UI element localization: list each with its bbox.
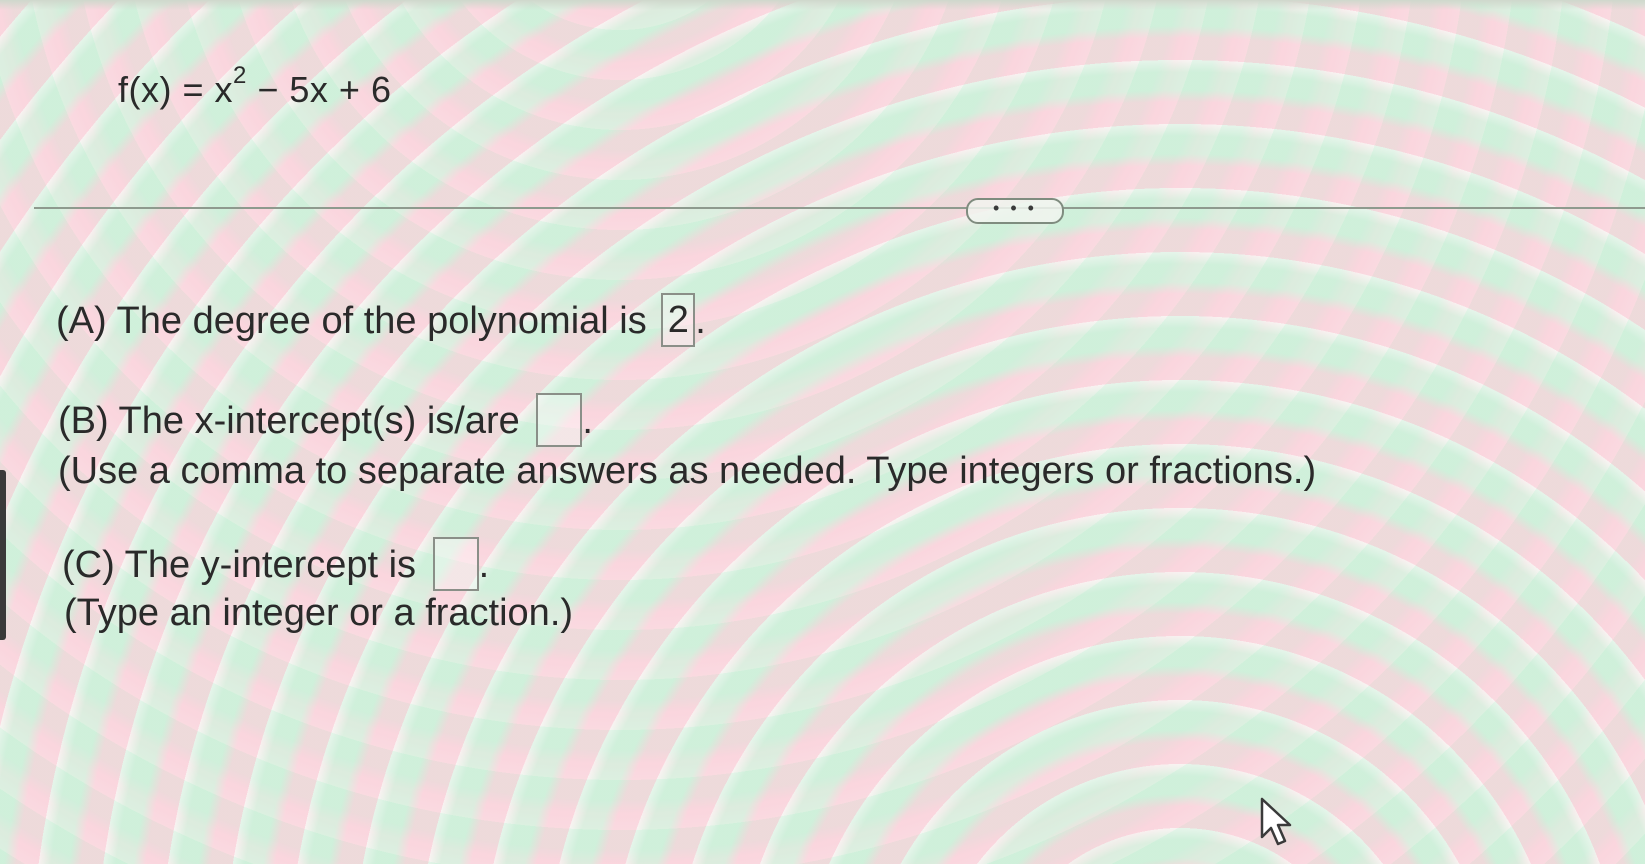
top-edge-shadow [0,0,1645,10]
part-c-period: . [478,544,490,587]
part-b-prompt: (B) The x-intercept(s) is/are [58,400,520,443]
part-c-answer-input[interactable] [432,537,479,591]
expand-more-button[interactable]: • • • [966,198,1064,224]
part-a-answer-box[interactable]: 2 [661,293,696,347]
part-c-line: (C) The y-intercept is . [62,537,490,594]
equation-lhs: f(x) = x [118,69,234,110]
left-scroll-indicator[interactable] [0,470,6,640]
equation-exponent: 2 [233,62,247,89]
equation-rhs: − 5x + 6 [246,69,392,110]
section-divider [34,207,1645,209]
part-c-hint: (Type an integer or a fraction.) [64,592,574,634]
part-a-period: . [695,300,706,343]
part-b-hint: (Use a comma to separate answers as need… [58,450,1317,492]
part-a-line: (A) The degree of the polynomial is 2. [56,293,706,350]
ellipsis-icon: • • • [993,198,1037,218]
part-b-period: . [582,400,593,443]
part-a-prompt: (A) The degree of the polynomial is [56,300,647,343]
part-b-answer-input[interactable] [536,393,583,447]
mouse-pointer-icon [1260,797,1292,846]
part-b-line: (B) The x-intercept(s) is/are . [58,393,593,450]
part-c-prompt: (C) The y-intercept is [62,544,417,587]
function-equation: f(x) = x2 − 5x + 6 [118,62,392,111]
